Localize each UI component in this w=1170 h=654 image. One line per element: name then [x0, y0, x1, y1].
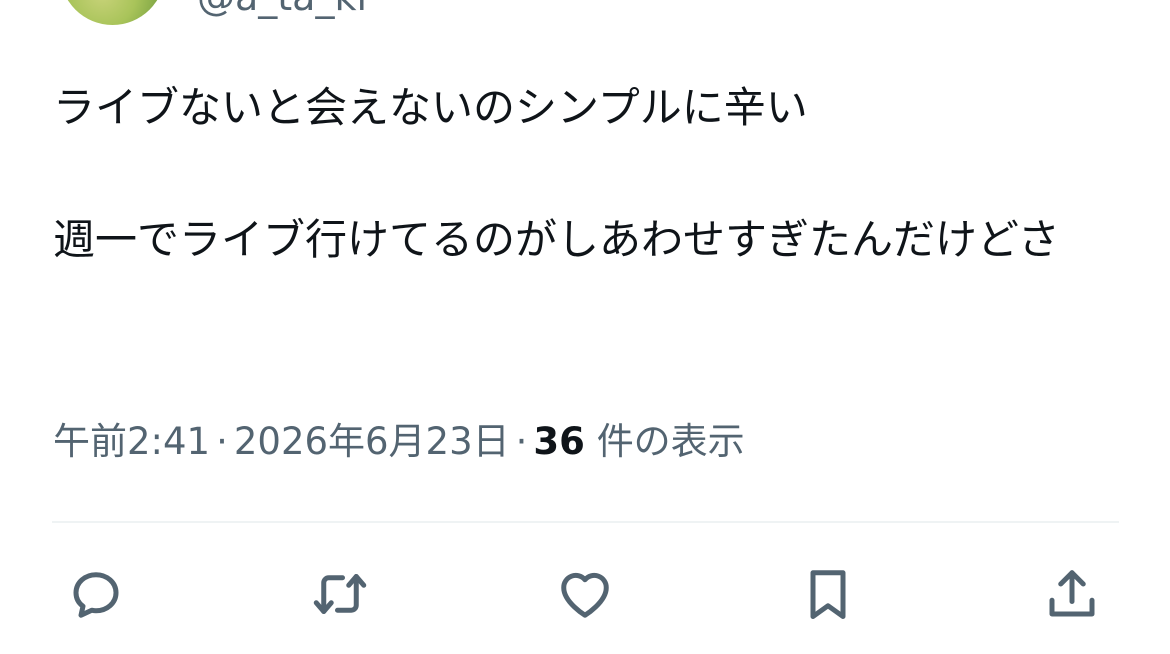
views-label: 件の表示 — [596, 420, 745, 463]
reply-icon — [73, 572, 119, 618]
views-count[interactable]: 36 — [533, 420, 585, 463]
meta-separator: · — [216, 420, 228, 463]
divider — [52, 521, 1119, 523]
reply-button[interactable] — [64, 562, 128, 626]
share-button[interactable] — [1040, 562, 1104, 626]
like-button[interactable] — [553, 562, 617, 626]
share-icon — [1049, 570, 1095, 617]
tweet-meta: 午前2:41 · 2026年6月23日 · 36 件の表示 — [53, 418, 745, 466]
retweet-icon — [313, 574, 367, 614]
tweet-time[interactable]: 午前2:41 — [53, 420, 210, 463]
author-handle[interactable]: @a_ta_ki — [197, 0, 367, 16]
bookmark-button[interactable] — [796, 562, 860, 626]
bookmark-icon — [810, 570, 846, 619]
meta-separator: · — [515, 420, 528, 463]
tweet-date[interactable]: 2026年6月23日 — [234, 420, 510, 463]
tweet-text: ライブないと会えないのシンプルに辛い 週一でライブ行けてるのがしあわせすぎたんだ… — [53, 83, 1060, 264]
heart-icon — [561, 572, 609, 618]
retweet-button[interactable] — [308, 562, 372, 626]
avatar[interactable] — [60, 0, 165, 25]
